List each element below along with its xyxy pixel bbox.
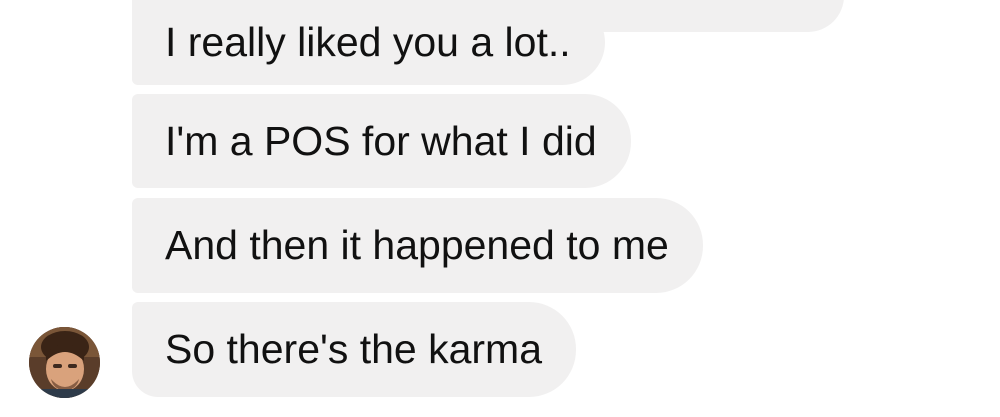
sender-avatar[interactable]	[29, 327, 100, 398]
message-text: So there's the karma	[165, 326, 543, 372]
message-bubble[interactable]: I really liked you a lot..	[132, 0, 605, 85]
avatar-photo	[29, 327, 100, 398]
message-bubble[interactable]: And then it happened to me	[132, 198, 703, 293]
message-text: I'm a POS for what I did	[165, 117, 597, 164]
message-text: I really liked you a lot..	[165, 19, 571, 65]
message-thread: I really liked you a lot.. I'm a POS for…	[0, 0, 1000, 417]
message-bubble[interactable]: So there's the karma	[132, 302, 577, 397]
message-bubble[interactable]: I'm a POS for what I did	[132, 94, 631, 188]
message-text: And then it happened to me	[165, 222, 669, 268]
